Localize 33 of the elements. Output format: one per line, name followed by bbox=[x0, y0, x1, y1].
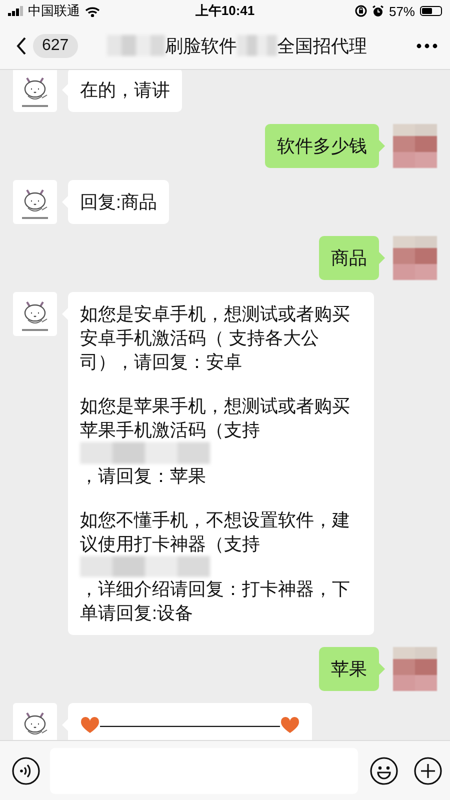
wifi-icon bbox=[85, 6, 100, 16]
alarm-clock-icon bbox=[372, 5, 384, 17]
rotation-lock-icon bbox=[354, 5, 367, 17]
redaction-block bbox=[106, 34, 165, 56]
message-text: —————————— bbox=[100, 715, 280, 736]
message-text: 如您不懂手机，不想设置软件，建议使用打卡神器（支持 bbox=[80, 510, 350, 554]
carrier-name: 中国联通 bbox=[28, 2, 80, 20]
plus-icon[interactable] bbox=[414, 756, 442, 784]
signal-icon bbox=[8, 6, 23, 16]
message-text: 如您是苹果手机，想测试或者购买苹果手机激活码（支持 bbox=[80, 396, 350, 440]
message-text: ，请回复：苹果 bbox=[80, 466, 206, 486]
message-text: 如您是安卓手机，想测试或者购买安卓手机激活码（ 支持各大公司），请回复：安卓 bbox=[80, 304, 350, 372]
battery-icon bbox=[420, 6, 442, 16]
battery-percent: 57% bbox=[388, 4, 415, 18]
unread-count-badge: 627 bbox=[33, 34, 78, 58]
redaction-block bbox=[236, 34, 277, 56]
message-text: 在的，请讲 bbox=[80, 80, 170, 100]
message-text: 回复:商品 bbox=[80, 192, 158, 212]
cat-avatar-icon bbox=[13, 292, 57, 336]
message-text: 软件多少钱 bbox=[277, 136, 367, 156]
back-icon[interactable] bbox=[16, 36, 27, 56]
message-text: 苹果 bbox=[331, 659, 367, 680]
voice-icon[interactable] bbox=[12, 756, 40, 784]
heart-icon bbox=[80, 716, 100, 734]
more-icon[interactable] bbox=[416, 42, 438, 48]
heart-icon bbox=[280, 716, 300, 734]
clock-time: 上午10:41 bbox=[195, 2, 255, 20]
message-text: 商品 bbox=[331, 248, 367, 268]
emoji-icon[interactable] bbox=[370, 756, 398, 784]
message-text: ，详细介绍请回复：打卡神器，下单请回复:设备 bbox=[80, 579, 350, 624]
cat-avatar-icon bbox=[13, 180, 57, 224]
chat-title: 刷脸软件 bbox=[164, 34, 237, 58]
chat-title: 全国招代理 bbox=[276, 34, 367, 58]
